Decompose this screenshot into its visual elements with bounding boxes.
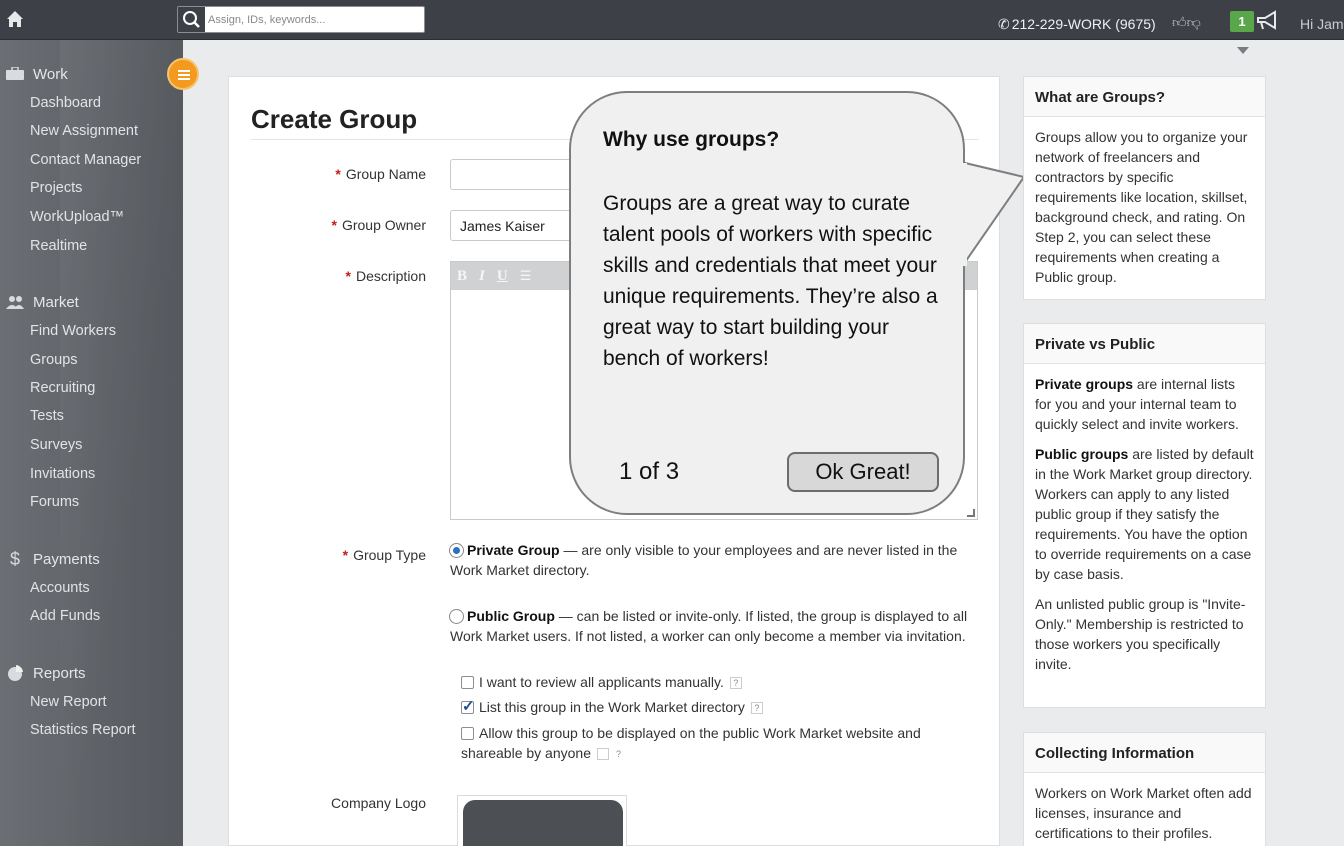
logo-placeholder (463, 800, 623, 846)
phone-number: ✆ 212-229-WORK (9675) (998, 16, 1156, 33)
user-greeting[interactable]: Hi Jam (1300, 16, 1344, 32)
sidebar-item-add-funds[interactable]: Add Funds (30, 608, 100, 624)
sidebar-section-label: Payments (33, 550, 100, 568)
home-icon[interactable] (6, 10, 24, 28)
review-applicants-checkbox[interactable] (461, 676, 474, 689)
onboarding-tooltip: Why use groups? Groups are a great way t… (569, 91, 965, 515)
help-icon[interactable]: ? (597, 748, 621, 760)
resize-handle-icon[interactable] (967, 509, 975, 517)
sidebar: Work Dashboard New Assignment Contact Ma… (0, 40, 183, 846)
sidebar-item-statistics-report[interactable]: Statistics Report (30, 722, 136, 738)
required-mark: * (345, 268, 351, 284)
list-in-directory-checkbox[interactable] (461, 697, 475, 715)
sidebar-item-groups[interactable]: Groups (30, 352, 78, 368)
sidebar-item-dashboard[interactable]: Dashboard (30, 95, 101, 111)
sidebar-section-label: Reports (33, 664, 86, 682)
sidebar-item-find-workers[interactable]: Find Workers (30, 323, 116, 339)
search-icon[interactable] (178, 7, 205, 32)
underline-icon[interactable]: U (497, 268, 508, 285)
company-logo-upload[interactable] (457, 795, 627, 846)
search-box (177, 6, 425, 33)
sidebar-item-projects[interactable]: Projects (30, 180, 82, 196)
phone-text: 212-229-WORK (9675) (1011, 16, 1156, 32)
tooltip-title: Why use groups? (603, 128, 780, 151)
group-name-label: * Group Name (335, 166, 426, 182)
ok-great-button[interactable]: Ok Great! (787, 452, 939, 492)
chevron-down-icon[interactable] (1237, 47, 1249, 54)
page-title: Create Group (251, 104, 418, 134)
help-icon[interactable]: ? (750, 702, 763, 714)
private-vs-public-panel: Private vs Public Private groups are int… (1023, 323, 1266, 708)
panel-body: Private groups are internal lists for yo… (1035, 376, 1254, 672)
required-mark: * (331, 217, 337, 233)
panel-body: Workers on Work Market often add license… (1035, 785, 1252, 841)
sidebar-section-payments[interactable]: $ Payments (0, 549, 100, 569)
sidebar-item-new-assignment[interactable]: New Assignment (30, 123, 138, 139)
bulleted-list-icon[interactable]: ☰ (520, 269, 532, 284)
sidebar-item-tests[interactable]: Tests (30, 408, 64, 424)
dollar-icon: $ (9, 548, 20, 569)
description-label: * Description (345, 268, 426, 284)
panel-title: Private vs Public (1024, 324, 1265, 364)
search-input[interactable] (208, 9, 418, 30)
sidebar-item-new-report[interactable]: New Report (30, 694, 107, 710)
sidebar-toggle-menu-icon[interactable] (167, 58, 199, 90)
tooltip-body: Groups are a great way to curate talent … (603, 192, 938, 370)
feedback-thumbs-icon[interactable]: 👍︎👎︎ (1172, 14, 1201, 31)
panel-body: Groups allow you to organize your networ… (1035, 129, 1248, 285)
sidebar-item-surveys[interactable]: Surveys (30, 437, 82, 453)
sidebar-section-label: Market (33, 293, 79, 311)
sidebar-item-invitations[interactable]: Invitations (30, 466, 95, 482)
megaphone-icon[interactable] (1255, 9, 1281, 33)
tooltip-pointer-join (961, 163, 967, 266)
public-group-description: Public Group — can be listed or invite-o… (450, 608, 968, 644)
required-mark: * (335, 166, 341, 182)
top-bar: ✆212-229-WORK (9675) 👍︎👎︎ 1 Hi Jam (0, 0, 1344, 40)
sidebar-section-market[interactable]: Market (0, 292, 79, 312)
sidebar-section-work[interactable]: Work (0, 64, 68, 84)
sidebar-item-recruiting[interactable]: Recruiting (30, 380, 95, 396)
public-website-label: Allow this group to be displayed on the … (461, 725, 921, 761)
panel-title: What are Groups? (1024, 77, 1265, 117)
phone-icon: ✆ (998, 16, 1010, 32)
sidebar-item-contact-manager[interactable]: Contact Manager (30, 152, 141, 168)
tooltip-pager: 1 of 3 (619, 458, 680, 485)
company-logo-label: Company Logo (331, 795, 426, 811)
what-are-groups-panel: What are Groups? Groups allow you to org… (1023, 76, 1266, 300)
sidebar-section-label: Work (33, 65, 68, 83)
list-in-directory-label: List this group in the Work Market direc… (479, 697, 763, 717)
sidebar-item-forums[interactable]: Forums (30, 494, 79, 510)
italic-icon[interactable]: I (479, 268, 485, 285)
briefcase-icon (5, 66, 25, 82)
group-type-label: * Group Type (342, 547, 426, 563)
people-icon (5, 294, 25, 310)
help-icon[interactable]: ? (729, 677, 742, 689)
pie-chart-icon (5, 665, 25, 681)
private-group-description: Private Group — are only visible to your… (450, 542, 958, 578)
panel-title: Collecting Information (1024, 733, 1265, 773)
collecting-information-panel: Collecting Information Workers on Work M… (1023, 732, 1266, 846)
sidebar-item-realtime[interactable]: Realtime (30, 238, 87, 254)
sidebar-section-reports[interactable]: Reports (0, 663, 86, 683)
sidebar-item-workupload[interactable]: WorkUpload™ (30, 209, 124, 225)
group-owner-label: * Group Owner (331, 217, 427, 233)
required-mark: * (342, 547, 349, 563)
bold-icon[interactable]: B (457, 268, 467, 285)
sidebar-item-accounts[interactable]: Accounts (30, 580, 90, 596)
notification-badge[interactable]: 1 (1230, 11, 1254, 32)
review-applicants-label: I want to review all applicants manually… (479, 672, 742, 692)
